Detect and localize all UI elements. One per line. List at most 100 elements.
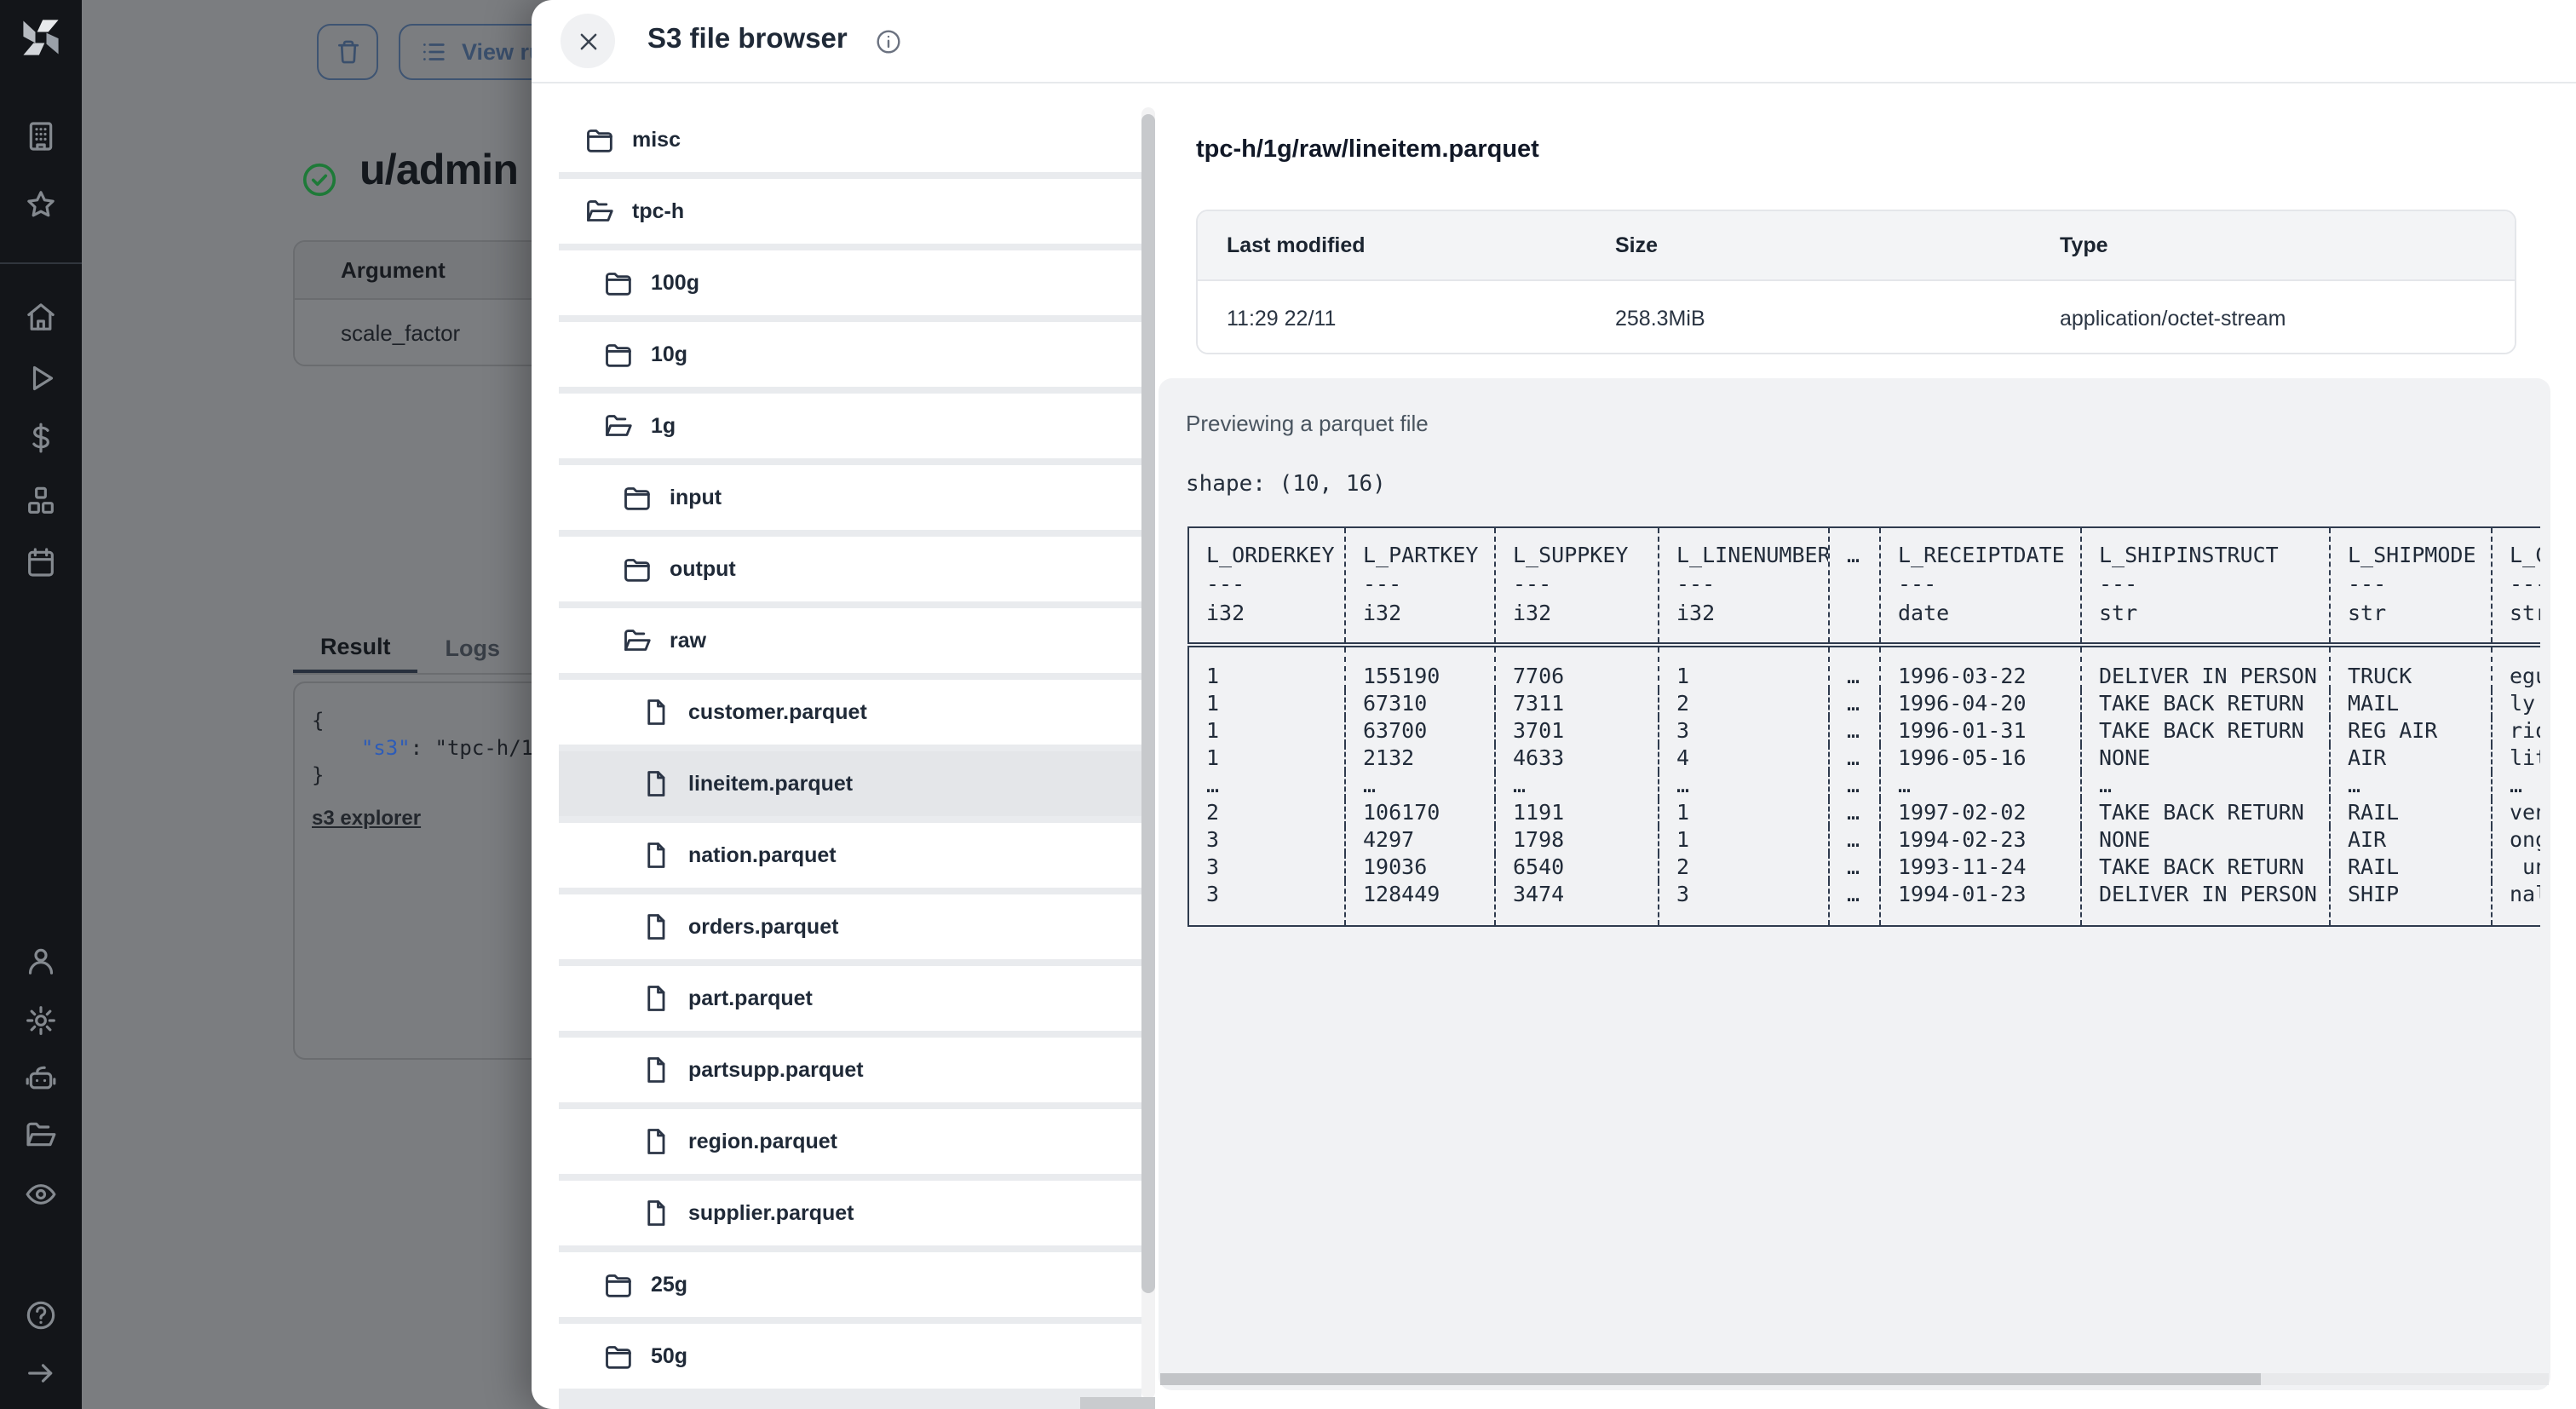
- sidebar-item-user[interactable]: [24, 944, 58, 978]
- table-row: ………………………: [1188, 772, 2540, 799]
- sidebar-item-home[interactable]: [24, 300, 58, 334]
- tree-item-label: orders.parquet: [688, 915, 839, 939]
- file-meta-table: Last modified Size Type 11:29 22/11 258.…: [1196, 210, 2516, 354]
- table-cell: 2: [1658, 854, 1829, 881]
- table-cell: 7706: [1494, 645, 1659, 690]
- table-row: 1 155190 7706 1… 1996-03-22 DELIVER IN PERSON…: [1188, 645, 2540, 690]
- sidebar-item-gear[interactable]: [24, 1004, 58, 1038]
- s3-explorer-link[interactable]: s3 explorer: [312, 804, 421, 831]
- tree-hscrollbar-thumb[interactable]: [1080, 1397, 1155, 1409]
- tree-item-10g[interactable]: 10g: [559, 322, 1141, 387]
- sidebar-divider: [0, 262, 82, 264]
- tree-item-label: 1g: [651, 414, 676, 438]
- meta-header-type: Type: [2060, 233, 2108, 257]
- table-cell: lite: [2491, 745, 2540, 772]
- table-cell: riou: [2491, 717, 2540, 745]
- home-icon: [27, 303, 55, 331]
- parquet-preview-table: L_ORDERKEY --- i32 L_PARTKEY --- i32 L_SUPPKEY…: [1187, 526, 2540, 927]
- table-cell: 3: [1658, 717, 1829, 745]
- table-cell: TAKE BACK RETURN: [2080, 717, 2330, 745]
- preview-hscrollbar-thumb[interactable]: [1160, 1373, 2261, 1385]
- table-cell: ongs: [2491, 826, 2540, 854]
- tree-item-output[interactable]: output: [559, 537, 1141, 601]
- table-cell: …: [2491, 772, 2540, 799]
- table-cell: …: [1828, 690, 1880, 717]
- close-button[interactable]: [561, 14, 615, 68]
- tree-scrollbar-thumb[interactable]: [1141, 114, 1155, 1293]
- table-cell: …: [1828, 717, 1880, 745]
- json-close-brace: }: [312, 763, 325, 787]
- tree-item-1g[interactable]: 1g: [559, 394, 1141, 458]
- column-header-L_SUPPKEY: L_SUPPKEY --- i32: [1494, 527, 1659, 645]
- sidebar-item-eye[interactable]: [24, 1177, 58, 1211]
- table-cell: …: [1494, 772, 1659, 799]
- app-screen: View runs u/admin Argument scale_factor …: [0, 0, 2576, 1409]
- tree-item-50g[interactable]: 50g: [559, 1324, 1141, 1389]
- sidebar-item-building[interactable]: [24, 119, 58, 153]
- tree-item-input[interactable]: input: [559, 465, 1141, 530]
- tree-item-misc[interactable]: misc: [559, 107, 1141, 172]
- table-row: 1 67310 7311 2… 1996-04-20 TAKE BACK RETURN MA…: [1188, 690, 2540, 717]
- column-header-L_CO: L_CO---str: [2491, 527, 2540, 645]
- tree-item-label: supplier.parquet: [688, 1201, 854, 1225]
- tree-item-25g[interactable]: 25g: [559, 1252, 1141, 1317]
- windmill-logo-icon[interactable]: [19, 15, 63, 60]
- sidebar-item-play[interactable]: [24, 361, 58, 395]
- table-cell: unu: [2491, 854, 2540, 881]
- delete-run-button[interactable]: [317, 24, 378, 80]
- tree-item-100g[interactable]: 100g: [559, 250, 1141, 315]
- help-icon: [26, 1301, 55, 1330]
- sidebar-item-robot[interactable]: [24, 1061, 58, 1096]
- table-row: 3 128449 3474 3… 1994-01-23 DELIVER IN PERSON…: [1188, 881, 2540, 926]
- tree-item-raw[interactable]: raw: [559, 608, 1141, 673]
- file-icon: [647, 1057, 665, 1083]
- table-cell: nal: [2491, 881, 2540, 926]
- star-icon: [27, 191, 55, 217]
- info-icon[interactable]: [874, 27, 903, 56]
- folder-icon: [624, 559, 650, 582]
- sidebar-item-arrow-right[interactable]: [24, 1356, 58, 1390]
- tree-item-part.parquet[interactable]: part.parquet: [559, 966, 1141, 1031]
- table-cell: 2: [1206, 799, 1220, 825]
- sidebar-item-help[interactable]: [24, 1298, 58, 1332]
- table-cell: 4633: [1494, 745, 1659, 772]
- tab-result[interactable]: Result: [293, 624, 418, 673]
- table-cell: 19036: [1344, 854, 1495, 881]
- tree-item-label: input: [670, 486, 722, 509]
- table-cell: …: [1828, 645, 1880, 690]
- table-cell: 3: [1206, 826, 1220, 852]
- sidebar-item-boxes[interactable]: [24, 484, 58, 518]
- tree-item-region.parquet[interactable]: region.parquet: [559, 1109, 1141, 1174]
- table-cell: …: [1828, 745, 1880, 772]
- table-cell: 3474: [1494, 881, 1659, 926]
- tree-item-customer.parquet[interactable]: customer.parquet: [559, 680, 1141, 745]
- table-cell: …: [1344, 772, 1495, 799]
- boxes-icon: [28, 486, 54, 514]
- table-cell: ven: [2491, 799, 2540, 826]
- file-icon: [647, 986, 665, 1011]
- sidebar-item-folder-open[interactable]: [24, 1118, 58, 1152]
- page-title: u/admin: [359, 147, 519, 194]
- sidebar-item-star[interactable]: [24, 187, 58, 221]
- table-cell: …: [1828, 854, 1880, 881]
- tree-item-lineitem.parquet[interactable]: lineitem.parquet: [559, 751, 1141, 816]
- table-row: 1 213246334…1996-05-16NONEAIRlite: [1188, 745, 2540, 772]
- sidebar-item-dollar[interactable]: [24, 421, 58, 455]
- tree-item-nation.parquet[interactable]: nation.parquet: [559, 823, 1141, 888]
- tree-item-partsupp.parquet[interactable]: partsupp.parquet: [559, 1038, 1141, 1102]
- table-cell: 1996-05-16: [1879, 745, 2081, 772]
- table-cell: RAIL: [2329, 854, 2492, 881]
- file-icon: [647, 843, 665, 868]
- building-icon: [29, 122, 53, 151]
- column-header-L_SHIPINSTRUCT: L_SHIPINSTRUCT --- str: [2080, 527, 2330, 645]
- tree-item-orders.parquet[interactable]: orders.parquet: [559, 894, 1141, 959]
- table-cell: 3: [1206, 854, 1220, 879]
- trash-icon: [337, 40, 358, 64]
- sidebar-item-calendar[interactable]: [24, 545, 58, 579]
- tree-item-label: 100g: [651, 271, 699, 295]
- table-row: 1 63700 3701 3… 1996-01-31 TAKE BACK RETURN RE…: [1188, 717, 2540, 745]
- tree-item-supplier.parquet[interactable]: supplier.parquet: [559, 1181, 1141, 1245]
- tab-logs[interactable]: Logs: [418, 624, 528, 673]
- preview-hscrollbar-track[interactable]: [1160, 1373, 2549, 1385]
- tree-item-tpc-h[interactable]: tpc-h: [559, 179, 1141, 244]
